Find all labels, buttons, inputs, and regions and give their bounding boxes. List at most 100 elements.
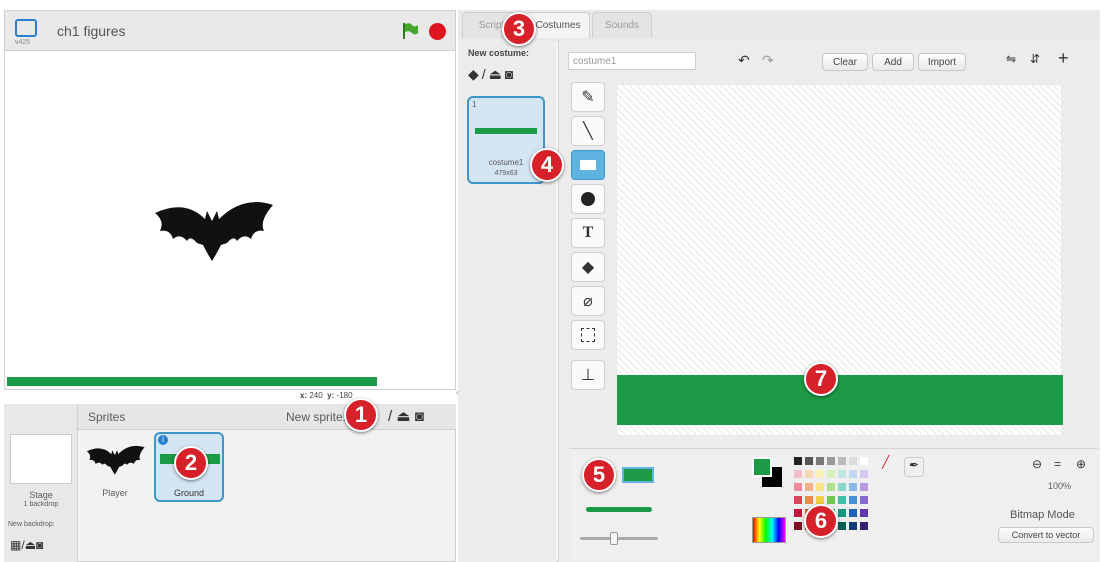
palette-swatch[interactable] (827, 457, 835, 465)
mouse-coordinates: x: 240 y: -180 (300, 391, 353, 400)
zoom-reset-icon[interactable]: = (1054, 457, 1061, 471)
stage-canvas[interactable] (4, 50, 456, 390)
upload-costume-icon[interactable]: ⏏ (489, 66, 505, 82)
palette-swatch[interactable] (860, 496, 868, 504)
stage-thumbnail[interactable] (10, 434, 72, 484)
palette-swatch[interactable] (805, 496, 813, 504)
brush-size-slider[interactable] (580, 532, 658, 545)
primary-color-swatch[interactable] (752, 457, 772, 477)
fill-style-preview[interactable] (622, 467, 654, 483)
palette-swatch[interactable] (816, 470, 824, 478)
new-sprite-label: New sprite: (286, 410, 347, 424)
palette-swatch[interactable] (794, 483, 802, 491)
redo-icon[interactable]: ↷ (762, 52, 774, 69)
paint-canvas[interactable] (616, 84, 1063, 436)
costume-name-input[interactable] (568, 52, 696, 70)
palette-swatch[interactable] (816, 483, 824, 491)
palette-swatch[interactable] (838, 483, 846, 491)
palette-swatch[interactable] (805, 483, 813, 491)
palette-swatch[interactable] (849, 457, 857, 465)
upload-backdrop-icon[interactable]: ⏏ (25, 538, 36, 552)
upload-sprite-icon[interactable]: ⏏ (396, 408, 410, 425)
palette-swatch[interactable] (794, 522, 802, 530)
ellipse-tool[interactable] (571, 184, 605, 214)
ground-rectangle[interactable] (617, 375, 1063, 425)
eraser-tool-icon: ⌀ (583, 293, 593, 310)
bat-sprite[interactable] (145, 191, 280, 271)
sprite-name: Ground (173, 488, 205, 498)
palette-swatch[interactable] (849, 522, 857, 530)
eyedropper-icon[interactable]: ✒ (904, 457, 924, 477)
fullscreen-icon[interactable] (15, 19, 37, 37)
project-title[interactable]: ch1 figures (57, 23, 125, 39)
palette-swatch[interactable] (849, 509, 857, 517)
add-button[interactable]: Add (872, 53, 914, 71)
brush-tool[interactable]: ✎ (571, 82, 605, 112)
sprite-tile-player[interactable]: Player (80, 436, 150, 502)
new-costume-label: New costume: (468, 48, 530, 58)
palette-swatch[interactable] (849, 483, 857, 491)
eraser-tool[interactable]: ⌀ (571, 286, 605, 316)
palette-swatch[interactable] (838, 509, 846, 517)
zoom-in-icon[interactable]: ⊕ (1076, 457, 1086, 471)
palette-swatch[interactable] (805, 457, 813, 465)
fill-tool[interactable]: ◆ (571, 252, 605, 282)
palette-swatch[interactable] (860, 522, 868, 530)
tab-sounds[interactable]: Sounds (592, 12, 652, 38)
callout-marker-1: 1 (344, 398, 378, 432)
palette-swatch[interactable] (794, 496, 802, 504)
ground-sprite[interactable] (7, 377, 377, 386)
palette-swatch[interactable] (860, 509, 868, 517)
no-color-icon[interactable]: ╱ (882, 455, 889, 469)
palette-swatch[interactable] (794, 509, 802, 517)
palette-swatch[interactable] (860, 457, 868, 465)
camera-costume-icon[interactable]: ◙ (505, 66, 516, 82)
flip-vertical-icon[interactable]: ⇵ (1030, 52, 1040, 66)
set-center-icon[interactable]: + (1058, 48, 1069, 69)
palette-swatch[interactable] (794, 457, 802, 465)
palette-swatch[interactable] (816, 496, 824, 504)
palette-swatch[interactable] (794, 470, 802, 478)
undo-icon[interactable]: ↶ (738, 52, 750, 69)
slider-thumb[interactable] (610, 532, 618, 545)
import-button[interactable]: Import (918, 53, 966, 71)
zoom-out-icon[interactable]: ⊖ (1032, 457, 1042, 471)
info-icon[interactable]: i (158, 435, 168, 445)
palette-swatch[interactable] (816, 457, 824, 465)
palette-swatch[interactable] (838, 522, 846, 530)
palette-swatch[interactable] (838, 470, 846, 478)
select-tool[interactable] (571, 320, 605, 350)
camera-sprite-icon[interactable]: ◙ (415, 408, 424, 425)
convert-to-vector-button[interactable]: Convert to vector (998, 527, 1094, 543)
color-picker-spectrum[interactable] (752, 517, 786, 543)
paint-backdrop-icon[interactable]: ▦ (10, 538, 21, 552)
palette-swatch[interactable] (827, 496, 835, 504)
paint-costume-icon[interactable]: ◆ (468, 66, 482, 82)
palette-swatch[interactable] (860, 483, 868, 491)
stamp-tool[interactable]: ⊥ (571, 360, 605, 390)
palette-swatch[interactable] (849, 496, 857, 504)
palette-swatch[interactable] (805, 470, 813, 478)
palette-swatch[interactable] (838, 457, 846, 465)
text-tool-icon: T (582, 224, 594, 241)
text-tool[interactable]: T (571, 218, 605, 248)
sprites-title: Sprites (88, 410, 126, 424)
camera-backdrop-icon[interactable]: ◙ (36, 538, 43, 552)
palette-swatch[interactable] (849, 470, 857, 478)
draw-costume-icon[interactable]: / (482, 66, 489, 82)
ellipse-tool-icon (581, 192, 595, 206)
callout-marker-6: 6 (804, 504, 838, 538)
palette-swatch[interactable] (827, 483, 835, 491)
clear-button[interactable]: Clear (822, 53, 868, 71)
green-flag-icon[interactable] (401, 22, 419, 40)
palette-swatch[interactable] (838, 496, 846, 504)
rectangle-tool[interactable] (571, 150, 605, 180)
stop-icon[interactable] (429, 23, 446, 40)
costume-list: New costume: ◆/⏏◙ 1 costume1 479x63 (458, 40, 556, 562)
draw-sprite-icon[interactable]: / (388, 408, 392, 425)
palette-swatch[interactable] (860, 470, 868, 478)
flip-horizontal-icon[interactable]: ⇋ (1006, 52, 1016, 66)
palette-swatch[interactable] (827, 470, 835, 478)
line-tool[interactable]: ╲ (571, 116, 605, 146)
callout-marker-3: 3 (502, 12, 536, 46)
